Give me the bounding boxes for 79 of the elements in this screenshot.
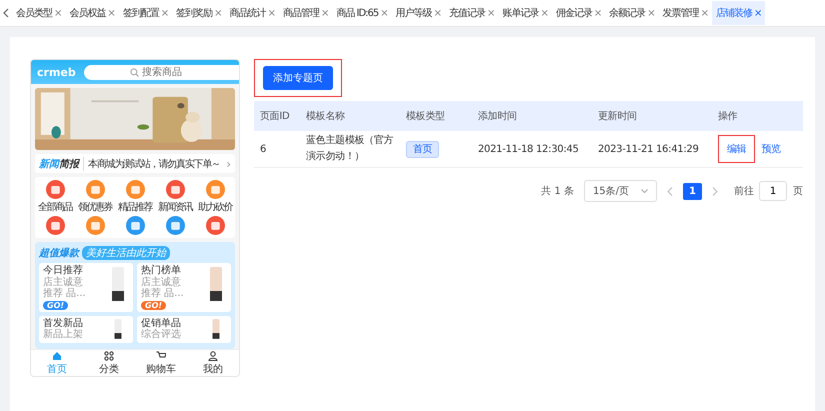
page-unit: 页 [793,185,803,198]
column-header: 模板类型 [406,110,446,123]
card-title: 热门榜单 [141,265,181,276]
news-label: 新闻简报 [39,156,84,170]
page-tab[interactable]: 发票管理 × [658,1,712,25]
promo-slogan: 美好生活由此开始 [82,246,170,260]
search-icon [130,68,139,76]
card-subtitle: 推荐 品... [141,288,184,300]
category-label[interactable]: 新闻资讯 [158,200,192,214]
category-icon[interactable] [166,216,184,235]
column-header: 添加时间 [478,110,518,123]
next-page-icon[interactable] [712,186,718,196]
category-icon[interactable] [206,180,224,199]
page-size-select[interactable]: 15条/页 [584,180,658,202]
page-tab[interactable]: 会员类型 × [12,1,66,25]
page-tab[interactable]: 佣金记录 × [552,1,606,25]
page-input[interactable]: 1 [759,181,787,201]
page-number[interactable]: 1 [683,182,702,200]
card-subtitle: 店主诚意 [43,276,83,288]
page-tab[interactable]: 签到奖励 × [172,1,226,25]
page-tab[interactable]: 商品统计 × [226,1,279,25]
category-icon[interactable] [86,216,104,235]
table-cell-text: 2021-11-18 12:30:45 [478,144,580,154]
page-tab[interactable]: 充值记录 × [445,1,498,25]
nav-item[interactable]: 我的 [187,350,239,376]
page-tab[interactable]: 用户等级 × [392,1,446,25]
card-subtitle: 新品上架 [43,329,83,341]
page-tab[interactable]: 商品 ID:65 × [332,1,392,25]
card-subtitle: 综合评选 [141,329,181,341]
page-tab[interactable]: 店铺装修 × [712,1,766,25]
product-card[interactable]: 今日推荐 店主诚意 推荐 品... GO! [39,263,133,312]
page-tab[interactable]: 商品管理 × [278,1,332,25]
category-icon[interactable] [126,216,144,235]
card-title: 促销单品 [141,318,181,329]
promo-title: 超值爆款 [39,246,79,260]
category-icon[interactable] [46,180,64,199]
logo: crmeb [37,66,76,78]
card-title: 首发新品 [43,318,83,329]
goto-label: 前往 [734,184,754,198]
nav-item[interactable]: 购物车 [135,350,187,376]
previous-page-icon[interactable] [667,186,674,196]
product-card[interactable]: 促销单品 综合评选 [137,316,231,343]
page-tab[interactable]: 账单记录 × [498,1,552,25]
cart-icon [156,350,166,360]
category-label[interactable]: 全部商品 [38,200,72,214]
category-icon[interactable] [126,180,144,199]
search-field[interactable]: 搜索商品 [84,64,239,80]
column-header: 更新时间 [598,110,638,123]
card-subtitle: 店主诚意 [141,276,181,288]
category-icon[interactable] [206,216,224,235]
user-icon [208,350,218,360]
column-header: 模板名称 [306,110,346,123]
page-tab[interactable]: 余额记录 × [605,1,659,25]
notice-text: 本商城为测试站，请勿真实下单～ [88,158,222,170]
category-icon[interactable] [166,180,184,199]
page-tab[interactable]: 签到配置 × [118,1,172,25]
action-link[interactable]: 编辑 [718,135,756,163]
column-header: 页面ID [260,110,290,123]
category-label[interactable]: 助力砍价 [198,200,232,214]
product-card[interactable]: 热门榜单 店主诚意 推荐 品... GO! [137,263,231,312]
table-cell-text: 2023-11-21 16:41:29 [598,144,700,154]
page-tab[interactable]: 会员权益 × [65,1,119,25]
category-icon[interactable] [86,180,104,199]
card-subtitle: 推荐 品... [43,288,86,300]
add-page-button[interactable]: 添加专题页 [263,66,333,90]
product-card[interactable]: 首发新品 新品上架 [39,316,133,343]
category-label[interactable]: 精品推荐 [118,200,152,214]
type-tag: 首页 [406,141,440,158]
category-icon[interactable] [46,216,64,235]
category-label[interactable]: 领优惠券 [78,200,112,214]
grid-icon [104,350,114,360]
table-cell-text: 6 [260,144,268,154]
card-title: 今日推荐 [43,265,83,276]
table-cell-text: 蓝色主题模板（官方演示勿动！） [306,134,394,164]
column-header: 操作 [718,110,738,123]
action-link[interactable]: 预览 [758,135,784,163]
caret-icon [641,189,648,193]
nav-item[interactable]: 分类 [83,350,135,376]
total-count: 共 1 条 [541,184,574,198]
